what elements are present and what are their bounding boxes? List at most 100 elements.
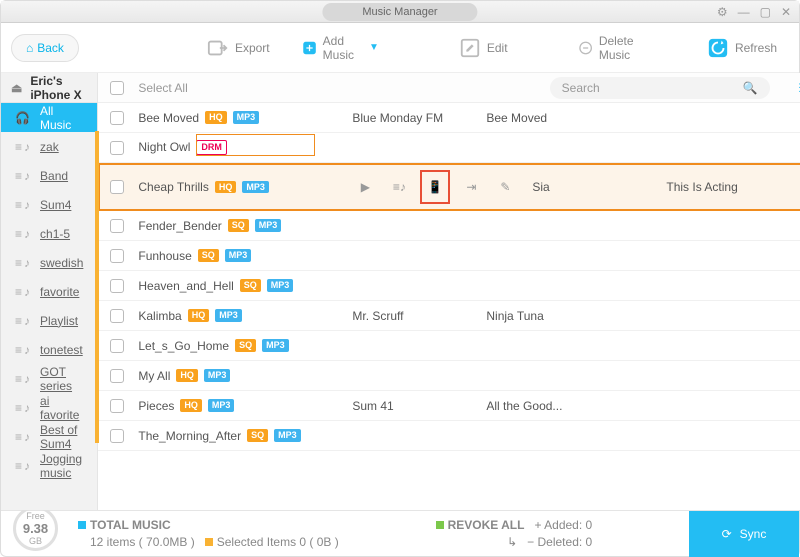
artist: Sia (532, 180, 652, 194)
sidebar-item-label: Sum4 (40, 198, 71, 212)
edit-button[interactable]: Edit (447, 31, 520, 65)
mp3-badge: MP3 (255, 219, 282, 232)
sidebar-item-tonetest[interactable]: ≡♪tonetest (1, 335, 97, 364)
sidebar-item-label: favorite (40, 285, 79, 299)
table-row[interactable]: Pieces HQ MP3Sum 41All the Good...03:00 (98, 391, 800, 421)
playlist-icon: ≡♪ (15, 430, 30, 444)
toolbar: ⌂ Back Export Add Music ▼ Edit Delete Mu… (1, 23, 799, 73)
sidebar-item-best-of-sum4[interactable]: ≡♪ Best of Sum4 (1, 422, 97, 451)
playlist-icon: ≡♪ (15, 285, 30, 299)
sidebar-item-label: Best of Sum4 (40, 423, 83, 451)
sidebar-item-sum4[interactable]: ≡♪Sum4 (1, 190, 97, 219)
back-button[interactable]: ⌂ Back (11, 34, 79, 62)
export-button[interactable]: Export (195, 31, 282, 65)
row-checkbox[interactable] (110, 309, 124, 323)
sidebar-item-got-series[interactable]: ≡♪GOT series (1, 364, 97, 393)
table-row[interactable]: Kalimba HQ MP3Mr. ScruffNinja Tuna05:48 (98, 301, 800, 331)
sidebar-item-zak[interactable]: ≡♪ zak (1, 132, 97, 161)
row-checkbox[interactable] (110, 180, 124, 194)
drm-badge: DRM (196, 140, 227, 155)
scrollbar[interactable] (95, 131, 99, 443)
queue-icon[interactable]: ≡♪ (386, 174, 412, 200)
table-row[interactable]: Let_s_Go_Home SQ MP305:07 (98, 331, 800, 361)
mp3-badge: MP3 (267, 279, 294, 292)
edit-icon (459, 37, 481, 59)
table-row[interactable]: Fender_Bender SQ MP301:36 (98, 211, 800, 241)
device-header[interactable]: ⏏ Eric's iPhone X (1, 73, 97, 103)
delete-icon (578, 37, 593, 59)
playlist-icon: ≡♪ (15, 314, 30, 328)
mp3-badge: MP3 (242, 181, 269, 194)
song-title: Let_s_Go_Home (138, 339, 229, 353)
album: All the Good... (486, 399, 606, 413)
list-view-icon[interactable]: ☰ (794, 79, 800, 97)
table-row[interactable]: Cheap Thrills HQ MP3▶≡♪📱⇥✎SiaThis Is Act… (98, 163, 800, 211)
album: This Is Acting (666, 180, 786, 194)
mp3-badge: MP3 (233, 111, 260, 124)
sidebar-item-favorite[interactable]: ≡♪ favorite (1, 277, 97, 306)
sidebar-item-swedish[interactable]: ≡♪swedish (1, 248, 97, 277)
row-checkbox[interactable] (110, 399, 124, 413)
song-title: Bee Moved (138, 111, 199, 125)
sidebar-item-ai-favorite[interactable]: ≡♪ai favorite (1, 393, 97, 422)
footer: Free 9.38 GB TOTAL MUSIC 12 items ( 70.0… (1, 510, 799, 556)
artist: Mr. Scruff (352, 309, 472, 323)
add-music-button[interactable]: Add Music ▼ (290, 28, 391, 68)
search-input[interactable]: Search 🔍 (550, 77, 770, 99)
sidebar-item-label: ai favorite (40, 394, 83, 422)
row-checkbox[interactable] (110, 279, 124, 293)
table-row[interactable]: Heaven_and_Hell SQ MP304:25 (98, 271, 800, 301)
add-icon (302, 37, 317, 59)
row-actions: ▶ ≡♪ 📱 ⇥ ✎ (352, 170, 518, 204)
song-title: Funhouse (138, 249, 191, 263)
edit-row-icon[interactable]: ✎ (492, 174, 518, 200)
table-row[interactable]: Bee Moved HQ MP3Blue Monday FMBee Moved0… (98, 103, 800, 133)
table-row[interactable]: Funhouse SQ MP301:56 (98, 241, 800, 271)
sidebar-item-label: zak (40, 140, 59, 154)
playlist-icon: ≡♪ (15, 140, 30, 154)
hq-badge: HQ (215, 181, 237, 194)
sidebar-item-band[interactable]: ≡♪Band (1, 161, 97, 190)
row-checkbox[interactable] (110, 141, 124, 155)
titlebar: Music Manager ⚙ — ▢ ✕ (1, 1, 799, 23)
delete-music-button[interactable]: Delete Music (566, 28, 659, 68)
sidebar-item-label: Band (40, 169, 68, 183)
row-checkbox[interactable] (110, 369, 124, 383)
playlist-icon: ≡♪ (15, 459, 30, 473)
row-checkbox[interactable] (110, 429, 124, 443)
table-row[interactable]: My All HQ MP305:21 (98, 361, 800, 391)
hq-badge: HQ (176, 369, 198, 382)
sq-badge: SQ (240, 279, 261, 292)
mp3-badge: MP3 (204, 369, 231, 382)
select-all-checkbox[interactable] (110, 81, 124, 95)
row-checkbox[interactable] (110, 111, 124, 125)
gear-icon[interactable]: ⚙ (717, 5, 728, 19)
sidebar-item-jogging-music[interactable]: ≡♪Jogging music (1, 451, 97, 480)
table-row[interactable]: The_Morning_After SQ MP302:32 (98, 421, 800, 451)
sidebar-item-playlist[interactable]: ≡♪Playlist (1, 306, 97, 335)
maximize-icon[interactable]: ▢ (760, 5, 771, 19)
artist: Blue Monday FM (352, 111, 472, 125)
to-device-icon[interactable]: 📱 (420, 170, 450, 204)
sidebar-item-ch1-5[interactable]: ≡♪ch1-5 (1, 219, 97, 248)
chevron-down-icon[interactable]: ▼ (369, 42, 379, 53)
close-icon[interactable]: ✕ (781, 5, 791, 19)
song-title: Kalimba (138, 309, 181, 323)
row-checkbox[interactable] (110, 339, 124, 353)
sidebar-item-all-music[interactable]: 🎧All Music (1, 103, 97, 132)
minimize-icon[interactable]: — (738, 5, 750, 19)
play-icon[interactable]: ▶ (352, 174, 378, 200)
row-checkbox[interactable] (110, 219, 124, 233)
playlist-icon: ≡♪ (15, 256, 30, 270)
main: Select All Search 🔍 ☰ 👤 ◉ Bee Moved HQ M… (98, 73, 800, 510)
sidebar-item-label: GOT series (40, 365, 83, 393)
eject-icon[interactable]: ⏏ (11, 81, 22, 95)
sync-button[interactable]: ⟳ Sync (689, 511, 799, 557)
table-row[interactable]: Night Owl DRM05:29 (98, 133, 800, 163)
row-checkbox[interactable] (110, 249, 124, 263)
select-all-label: Select All (138, 81, 187, 95)
import-icon[interactable]: ⇥ (458, 174, 484, 200)
refresh-button[interactable]: Refresh (695, 31, 789, 65)
song-title: Fender_Bender (138, 219, 221, 233)
search-icon: 🔍 (743, 81, 758, 95)
